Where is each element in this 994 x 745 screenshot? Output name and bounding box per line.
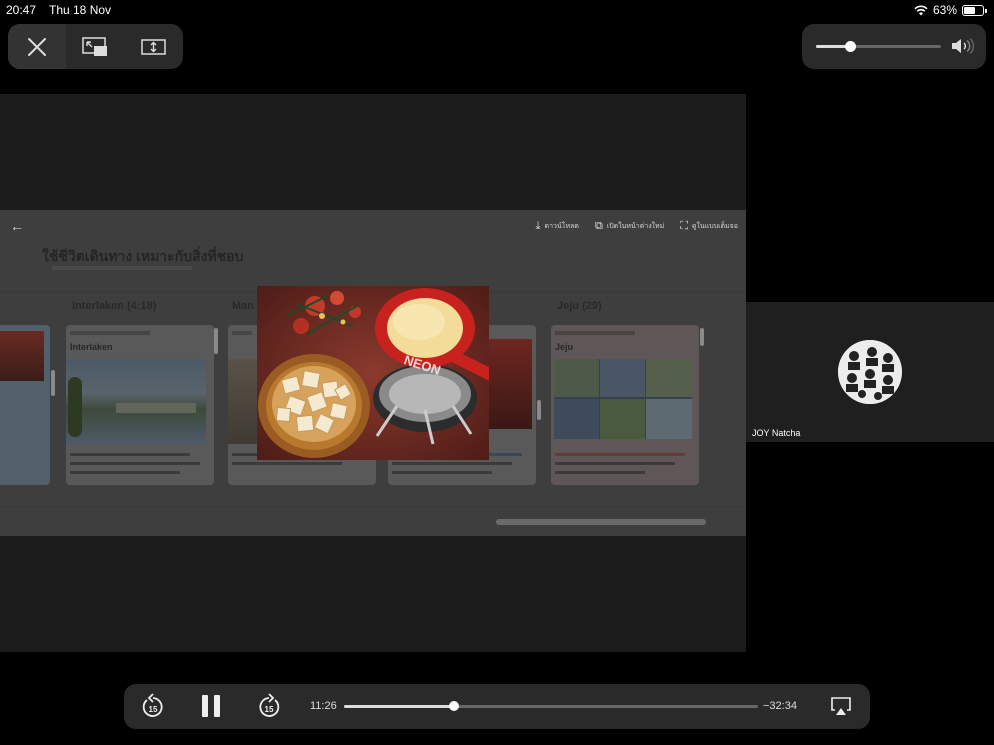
card-title: Interlaken [70,342,113,352]
airplay-icon [831,697,851,715]
airplay-button[interactable] [830,696,852,721]
player-top-controls [8,24,183,69]
card-image [554,359,692,439]
close-button[interactable] [8,24,66,69]
battery-percent: 63% [932,3,957,17]
avatar [838,340,902,404]
aspect-fit-button[interactable] [124,24,183,69]
fondue-illustration: NEON [257,286,489,460]
skip-back-button[interactable]: 15 [141,693,165,724]
download-action: ⤓ ดาวน์โหลด [535,220,579,232]
pause-icon [202,695,220,717]
card-image [66,359,206,444]
download-icon: ⤓ [535,220,541,232]
volume-knob[interactable] [844,41,856,52]
scrubber[interactable] [344,701,758,711]
shared-actions: ⤓ ดาวน์โหลด ⧉ เปิดในหน้าต่างใหม่ ⛶ ดูในแบบเ… [536,220,738,233]
shared-page-subtitle [52,266,192,270]
scrubber-knob[interactable] [448,701,459,711]
card-scrollbar [537,400,541,420]
svg-text:15: 15 [149,705,158,714]
pause-button[interactable] [200,694,222,723]
close-icon [28,37,46,56]
status-bar: 20:47 Thu 18 Nov 63% [0,0,994,20]
board-horizontal-scrollbar [496,519,706,525]
skip-back-icon: 15 [142,693,163,717]
status-date: Thu 18 Nov [49,3,112,17]
picture-in-picture-button[interactable] [66,24,124,69]
elapsed-time: 11:26 [310,700,337,712]
board-card [0,325,50,485]
card-title: Jeju [555,342,574,352]
external-link-icon: ⧉ [594,220,603,232]
card-scrollbar [700,328,704,346]
status-right: 63% [914,3,987,17]
card-scrollbar [51,370,55,396]
picture-in-picture-icon [82,36,107,56]
speaker-icon[interactable] [950,37,974,55]
participant-tile[interactable]: JOY Natcha [746,302,994,442]
back-arrow-icon: ← [10,218,24,234]
group-photo-icon [838,340,902,404]
board-card: Jeju [551,325,699,485]
fondue-photo: NEON [257,286,489,460]
column-title: Jeju (29) [557,300,602,312]
volume-slider[interactable] [816,41,941,52]
wifi-icon [914,5,928,15]
status-time: 20:47 [6,3,37,17]
fullscreen-action: ⛶ ดูในแบบเต็มจอ [680,220,738,232]
open-new-window-action: ⧉ เปิดในหน้าต่างใหม่ [594,220,665,232]
shared-page-heading: ใช้ชีวิตเดินทาง เหมาะกับสิ่งที่ชอบ [42,248,244,264]
column-title: Interlaken (4:18) [72,300,157,312]
shared-topbar: ← ⤓ ดาวน์โหลด ⧉ เปิดในหน้าต่างใหม่ ⛶ ดูในแบ… [0,210,746,242]
svg-text:15: 15 [265,705,274,714]
card-scrollbar [214,328,218,354]
battery-icon [962,4,987,16]
column-title: Man [232,300,254,312]
skip-forward-button[interactable]: 15 [257,693,281,724]
remaining-time: −32:34 [763,700,797,712]
volume-control [802,24,986,69]
playback-controls: 15 15 11:26 −32:34 [124,684,870,729]
board-card: Interlaken [66,325,214,485]
fullscreen-icon: ⛶ [680,220,688,232]
participant-name: JOY Natcha [752,428,801,438]
aspect-fit-icon [140,38,166,55]
skip-forward-icon: 15 [259,693,280,717]
